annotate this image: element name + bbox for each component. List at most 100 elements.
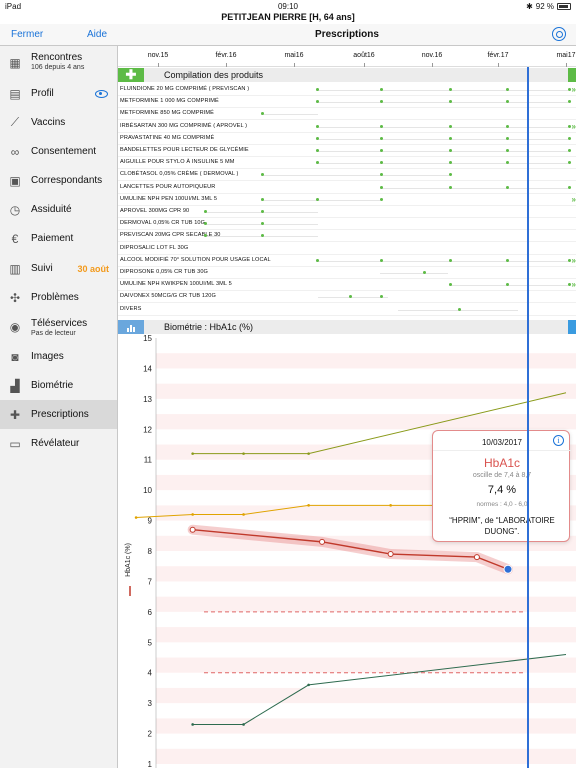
drug-row[interactable]: METFORMINE 850 MG COMPRIMÉ bbox=[118, 108, 576, 121]
prescription-dot[interactable] bbox=[380, 258, 383, 262]
info-icon[interactable]: i bbox=[553, 435, 564, 446]
cross-icon[interactable]: ✚ bbox=[118, 67, 144, 82]
prescription-dot[interactable] bbox=[380, 124, 383, 128]
drug-row[interactable]: ALCOOL MODIFIÉ 70° SOLUTION POUR USAGE L… bbox=[118, 255, 576, 267]
close-button[interactable]: Fermer bbox=[11, 29, 43, 40]
prescription-dot[interactable] bbox=[568, 136, 571, 140]
sidebar-item-4[interactable]: ▣ Correspondants bbox=[0, 166, 117, 195]
sidebar-item-0[interactable]: ▦ Rencontres 106 depuis 4 ans bbox=[0, 46, 117, 79]
prescription-dot[interactable] bbox=[261, 197, 264, 201]
clock: 09:10 bbox=[277, 1, 299, 11]
prescription-dot[interactable] bbox=[316, 136, 319, 140]
drug-row[interactable]: BANDELETTES POUR LECTEUR DE GLYCÉMIE bbox=[118, 145, 576, 157]
drug-row[interactable]: IRBÉSARTAN 300 MG COMPRIMÉ ( APROVEL ) » bbox=[118, 121, 576, 133]
sidebar-item-11[interactable]: ▟ Biométrie bbox=[0, 371, 117, 400]
prescription-dot[interactable] bbox=[261, 210, 264, 213]
prescription-dot[interactable] bbox=[506, 88, 509, 91]
drug-row[interactable]: DIPROSALIC LOT FL 30G bbox=[118, 243, 576, 255]
prescription-dot[interactable] bbox=[568, 100, 571, 104]
hba1c-point bbox=[319, 538, 326, 545]
sidebar: ▦ Rencontres 106 depuis 4 ans ▤ Profil ⟋ Vacci… bbox=[0, 46, 118, 768]
prescription-dot[interactable] bbox=[568, 124, 571, 128]
prescription-dot[interactable] bbox=[316, 149, 319, 152]
prescription-dot[interactable] bbox=[506, 258, 509, 262]
drug-period-bar bbox=[316, 102, 568, 104]
prescription-dot[interactable] bbox=[568, 283, 571, 287]
prescription-dot[interactable] bbox=[423, 271, 426, 274]
sidebar-item-1[interactable]: ▤ Profil bbox=[0, 79, 117, 108]
prescription-dot[interactable] bbox=[380, 149, 383, 152]
sidebar-item-5[interactable]: ◷ Assiduité bbox=[0, 195, 117, 224]
prescription-dot[interactable] bbox=[568, 258, 571, 262]
prescription-dot[interactable] bbox=[316, 197, 319, 201]
chevron-right-icon[interactable]: » bbox=[572, 85, 576, 94]
prescription-dot[interactable] bbox=[316, 258, 319, 262]
series-point bbox=[191, 723, 194, 726]
prescription-dot[interactable] bbox=[568, 185, 571, 189]
chevron-right-icon[interactable]: » bbox=[572, 195, 576, 204]
prescription-dot[interactable] bbox=[380, 136, 383, 140]
settings-gear-icon[interactable] bbox=[552, 27, 566, 41]
prescription-dot[interactable] bbox=[568, 161, 571, 165]
prescription-dot[interactable] bbox=[449, 124, 452, 128]
sidebar-item-6[interactable]: € Paiement bbox=[0, 224, 117, 253]
prescription-dot[interactable] bbox=[380, 185, 383, 189]
prescription-dot[interactable] bbox=[458, 307, 461, 311]
drug-row[interactable]: METFORMINE 1 000 MG COMPRIMÉ bbox=[118, 96, 576, 109]
chevron-right-icon[interactable]: » bbox=[572, 122, 576, 131]
sidebar-item-9[interactable]: ◉ Téléservices Pas de lecteur bbox=[0, 312, 117, 341]
prescription-dot[interactable] bbox=[449, 173, 452, 177]
eye-icon[interactable] bbox=[95, 89, 108, 98]
grid-band bbox=[156, 566, 576, 582]
drug-row[interactable]: DIPROSONE 0,05% CR TUB 30G bbox=[118, 267, 576, 279]
drug-row[interactable]: UMULINE NPH PEN 100UI/ML 3ML 5 » bbox=[118, 194, 576, 206]
grid-band bbox=[156, 657, 576, 673]
prescription-dot[interactable] bbox=[449, 185, 452, 189]
prescription-dot[interactable] bbox=[316, 124, 319, 128]
sidebar-item-sublabel: Pas de lecteur bbox=[31, 330, 76, 337]
prescription-dot[interactable] bbox=[380, 197, 383, 201]
prescription-dot[interactable] bbox=[506, 149, 509, 152]
prescription-dot[interactable] bbox=[449, 88, 452, 91]
drug-row[interactable]: UMULINE NPH KWIKPEN 100UI/ML 3ML 5 » bbox=[118, 279, 576, 292]
drug-period-bar bbox=[380, 187, 568, 189]
drug-row[interactable]: DERMOVAL 0,05% CR TUB 10G bbox=[118, 218, 576, 231]
drug-row[interactable]: LANCETTES POUR AUTOPIQUEUR bbox=[118, 182, 576, 194]
prescription-dot[interactable] bbox=[506, 124, 509, 128]
hba1c-chart: 123456789101112131415HbA1c (%) bbox=[125, 334, 576, 768]
prescription-dot[interactable] bbox=[380, 88, 383, 91]
y-tick-label: 4 bbox=[148, 669, 153, 678]
sidebar-item-label: Révélateur bbox=[31, 438, 80, 449]
drug-row[interactable]: AIGUILLE POUR STYLO À INSULINE 5 MM bbox=[118, 157, 576, 170]
prescription-dot[interactable] bbox=[568, 149, 571, 152]
drug-row[interactable]: FLUINDIONE 20 MG COMPRIMÉ ( PREVISCAN ) » bbox=[118, 84, 576, 96]
bar-chart-icon[interactable] bbox=[118, 320, 144, 334]
prescription-dot[interactable] bbox=[449, 258, 452, 262]
sidebar-item-2[interactable]: ⟋ Vaccins bbox=[0, 108, 117, 137]
drug-row[interactable]: DAIVONEX 50MCG/G CR TUB 120G bbox=[118, 291, 576, 304]
drug-row[interactable]: CLOBÉTASOL 0,05% CRÈME ( DERMOVAL ) bbox=[118, 169, 576, 182]
prescription-dot[interactable] bbox=[506, 136, 509, 140]
prescription-dot[interactable] bbox=[506, 185, 509, 189]
sidebar-item-12[interactable]: ✚ Prescriptions bbox=[0, 400, 117, 429]
help-button[interactable]: Aide bbox=[87, 29, 107, 40]
prescription-dot[interactable] bbox=[568, 88, 571, 91]
sidebar-item-8[interactable]: ✣ Problèmes bbox=[0, 283, 117, 312]
drug-row[interactable]: PREVISCAN 20MG CPR SECABLE 30 bbox=[118, 230, 576, 243]
drug-row[interactable]: PRAVASTATINE 40 MG COMPRIMÉ bbox=[118, 133, 576, 145]
drug-row[interactable]: DIVERS bbox=[118, 304, 576, 316]
y-tick-label: 8 bbox=[148, 547, 153, 556]
chevron-right-icon[interactable]: » bbox=[572, 256, 576, 265]
prescription-dot[interactable] bbox=[316, 88, 319, 91]
sidebar-item-10[interactable]: ◙ Images bbox=[0, 342, 117, 371]
sidebar-item-3[interactable]: ∞ Consentement bbox=[0, 137, 117, 166]
series-point bbox=[242, 723, 245, 726]
prescription-dot[interactable] bbox=[449, 149, 452, 152]
drug-row[interactable]: APROVEL 300MG CPR 90 bbox=[118, 206, 576, 218]
prescription-dot[interactable] bbox=[204, 210, 207, 213]
sidebar-item-13[interactable]: ▭ Révélateur bbox=[0, 429, 117, 458]
chevron-right-icon[interactable]: » bbox=[572, 280, 576, 289]
sidebar-item-7[interactable]: ▥ Suivi 30 août bbox=[0, 254, 117, 283]
prescription-dot[interactable] bbox=[449, 136, 452, 140]
drug-period-bar bbox=[316, 163, 568, 165]
